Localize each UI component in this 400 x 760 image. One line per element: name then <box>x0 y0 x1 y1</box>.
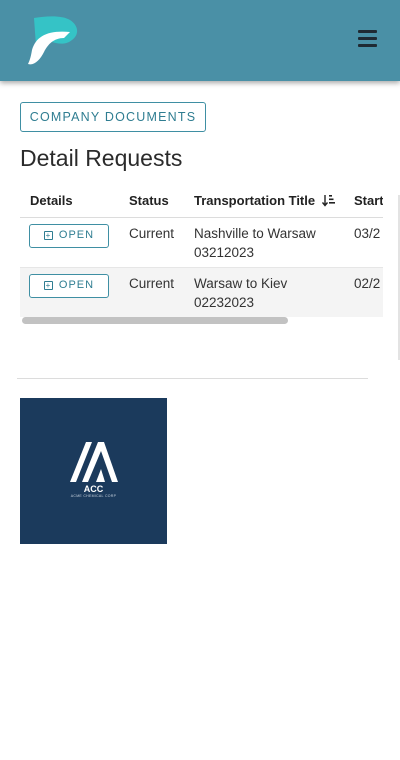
column-header-details: Details <box>20 185 119 218</box>
app-header <box>0 0 400 81</box>
open-button[interactable]: + OPEN <box>29 223 109 248</box>
detail-requests-table: Details Status Transportation Title Star… <box>20 185 383 317</box>
title-code: 03212023 <box>194 244 255 260</box>
status-cell: Current <box>129 275 175 291</box>
company-documents-button[interactable]: COMPANY DOCUMENTS <box>20 102 206 132</box>
start-cell: 03/2 <box>354 225 381 241</box>
open-button-label: OPEN <box>58 229 95 241</box>
scrollbar-thumb[interactable] <box>22 317 288 324</box>
acc-logo-mark-icon <box>70 442 118 482</box>
open-button[interactable]: + OPEN <box>29 273 109 298</box>
hamburger-menu-icon[interactable] <box>358 30 380 50</box>
details-cell: + OPEN <box>20 267 119 317</box>
company-logo-subtitle: ACME CHEMICAL CORP <box>70 494 117 498</box>
company-logo: ACC ACME CHEMICAL CORP <box>20 398 167 544</box>
status-cell: Current <box>129 225 175 241</box>
column-header-label: Transportation Title <box>194 193 316 209</box>
start-cell: 02/2 <box>354 275 381 291</box>
table-row: + OPEN Current Warsaw to Kiev 02232023 0… <box>20 267 383 317</box>
column-header-transportation-title[interactable]: Transportation Title <box>184 185 344 218</box>
company-logo-name: ACC <box>83 484 104 494</box>
title-code: 02232023 <box>194 294 255 310</box>
table-header-row: Details Status Transportation Title Star… <box>20 185 383 218</box>
transportation-title-cell: Nashville to Warsaw 03212023 <box>184 217 344 267</box>
open-button-label: OPEN <box>58 279 95 291</box>
transportation-title-cell: Warsaw to Kiev 02232023 <box>184 267 344 317</box>
column-header-status: Status <box>119 185 184 218</box>
page-title: Detail Requests <box>20 145 183 171</box>
table-horizontal-scrollbar[interactable] <box>20 317 383 326</box>
sort-descending-icon[interactable] <box>321 194 336 207</box>
plus-box-icon: + <box>43 230 53 240</box>
brand-logo[interactable] <box>26 16 80 66</box>
title-line: Nashville to Warsaw <box>194 225 316 241</box>
section-divider <box>17 378 368 379</box>
title-line: Warsaw to Kiev <box>194 275 288 291</box>
plus-box-icon: + <box>43 280 53 290</box>
column-header-start: Start <box>344 185 383 218</box>
details-cell: + OPEN <box>20 217 119 267</box>
table-row: + OPEN Current Nashville to Warsaw 03212… <box>20 217 383 267</box>
